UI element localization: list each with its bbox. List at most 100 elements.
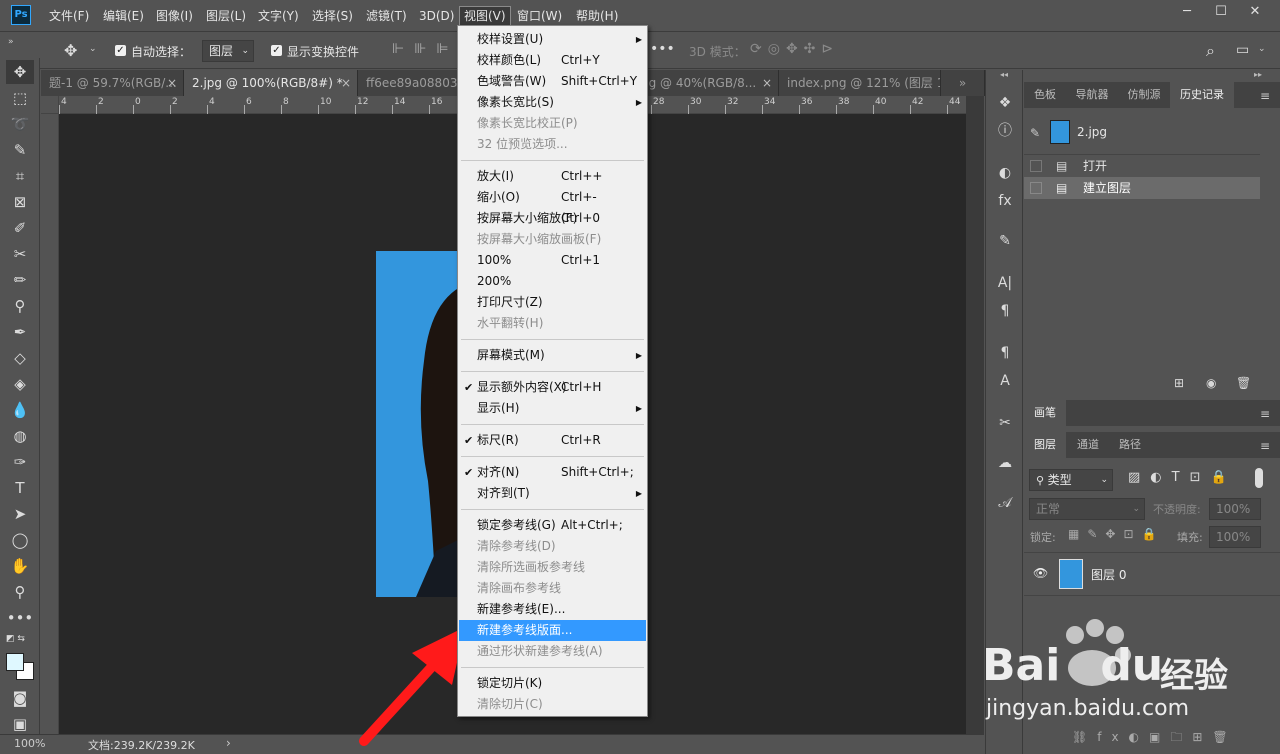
paragraph-styles-icon[interactable]: ¶ xyxy=(994,342,1016,364)
view-menu-item[interactable]: 显示(H) ▶ xyxy=(459,398,646,419)
more-tabs-button[interactable]: » xyxy=(941,70,985,96)
chevron-down-icon[interactable]: ⌄ xyxy=(1258,44,1266,54)
ruler-origin[interactable] xyxy=(41,96,59,114)
zoom-level[interactable]: 100% xyxy=(14,737,45,750)
blend-mode-dropdown[interactable]: 正常 ⌄ xyxy=(1029,498,1145,520)
brush-settings-icon[interactable]: ✎ xyxy=(994,230,1016,252)
view-menu-item[interactable]: 锁定切片(K) xyxy=(459,673,646,694)
filter-toggle[interactable] xyxy=(1255,468,1263,488)
character-icon[interactable]: A| xyxy=(994,272,1016,294)
delete-icon[interactable]: 🗑 xyxy=(1236,376,1251,390)
hand-tool-icon[interactable]: ✋ xyxy=(6,554,34,578)
collapse-arrows-icon[interactable]: ◂◂ xyxy=(1000,70,1008,79)
pen-tool-icon[interactable]: ✑ xyxy=(6,450,34,474)
view-menu-item[interactable]: 通过形状新建参考线(A) xyxy=(459,641,646,662)
styles-fx-icon[interactable]: fx xyxy=(994,190,1016,212)
tab-layers[interactable]: 图层 xyxy=(1024,432,1066,458)
menu-filter[interactable]: 滤镜(T) xyxy=(362,7,411,26)
foreground-color-swatch[interactable] xyxy=(6,653,24,671)
lasso-tool-icon[interactable]: ➰ xyxy=(6,112,34,136)
history-checkbox[interactable] xyxy=(1030,160,1042,172)
panel-menu-icon[interactable]: ≡ xyxy=(1260,89,1270,103)
collapse-arrows-icon[interactable]: ▸▸ xyxy=(1254,70,1262,79)
history-brush-tool-icon[interactable]: ✒ xyxy=(6,320,34,344)
blur-tool-icon[interactable]: 💧 xyxy=(6,398,34,422)
view-menu-item[interactable]: 打印尺寸(Z) xyxy=(459,292,646,313)
tab-navigator[interactable]: 导航器 xyxy=(1066,82,1118,108)
tab-document-3[interactable]: ff6ee89a088031 xyxy=(358,70,458,96)
view-menu-item[interactable]: 像素长宽比校正(P) xyxy=(459,113,646,134)
menu-file[interactable]: 文件(F) xyxy=(45,7,93,26)
lock-icons[interactable]: ▦✎✥⊡🔒 xyxy=(1068,527,1164,541)
screen-mode-icon[interactable]: ▣ xyxy=(6,712,34,736)
view-menu-item[interactable]: 清除切片(C) xyxy=(459,694,646,715)
menu-help[interactable]: 帮助(H) xyxy=(572,7,622,26)
layer-filter-icons[interactable]: ▨◐T⊡🔒 xyxy=(1128,470,1237,485)
ellipse-tool-icon[interactable]: ◯ xyxy=(6,528,34,552)
view-menu-item[interactable]: 对齐到(T) ▶ xyxy=(459,483,646,504)
more-options-icon[interactable]: ••• xyxy=(650,41,675,57)
minimize-button[interactable]: ─ xyxy=(1170,0,1204,24)
view-menu-item[interactable]: ✔ 标尺(R) Ctrl+R xyxy=(459,430,646,451)
path-select-tool-icon[interactable]: ➤ xyxy=(6,502,34,526)
collapse-arrows-icon[interactable]: » xyxy=(8,37,14,47)
tab-document-1[interactable]: 题-1 @ 59.7%(RGB/... × xyxy=(41,70,184,96)
view-menu-item[interactable]: ✔ 对齐(N) Shift+Ctrl+; xyxy=(459,462,646,483)
opacity-input[interactable]: 100% xyxy=(1209,498,1261,520)
view-menu-item[interactable]: 屏幕模式(M) ▶ xyxy=(459,345,646,366)
tab-document-5[interactable]: index.png @ 121% (图层 1, xyxy=(779,70,941,96)
view-menu-item[interactable]: 水平翻转(H) xyxy=(459,313,646,334)
clone-stamp-tool-icon[interactable]: ⚲ xyxy=(6,294,34,318)
crop-tool-icon[interactable]: ⌗ xyxy=(6,164,34,188)
eye-visibility-icon[interactable]: 👁 xyxy=(1033,566,1048,580)
tab-document-4[interactable]: pg @ 40%(RGB/8... × xyxy=(639,70,779,96)
view-menu-item[interactable]: 清除参考线(D) xyxy=(459,536,646,557)
close-window-button[interactable]: ✕ xyxy=(1238,0,1272,24)
view-menu-item[interactable]: 锁定参考线(G) Alt+Ctrl+; xyxy=(459,515,646,536)
tab-history[interactable]: 历史记录 xyxy=(1170,82,1234,108)
edit-toolbar-icon[interactable]: ••• xyxy=(6,606,34,630)
move-tool-icon[interactable]: ✥ xyxy=(64,41,77,60)
view-menu-item[interactable]: 校样颜色(L) Ctrl+Y xyxy=(459,50,646,71)
view-menu-item[interactable]: 32 位预览选项... xyxy=(459,134,646,155)
view-menu-item[interactable]: 新建参考线版面... xyxy=(459,620,646,641)
view-menu-item[interactable]: 放大(I) Ctrl++ xyxy=(459,166,646,187)
view-menu-item[interactable]: 像素长宽比(S) ▶ xyxy=(459,92,646,113)
menu-layer[interactable]: 图层(L) xyxy=(202,7,250,26)
menu-type[interactable]: 文字(Y) xyxy=(254,7,303,26)
view-menu-item[interactable]: 色域警告(W) Shift+Ctrl+Y xyxy=(459,71,646,92)
history-checkbox[interactable] xyxy=(1030,182,1042,194)
status-menu-arrow-icon[interactable]: › xyxy=(226,736,231,750)
marquee-tool-icon[interactable]: ⬚ xyxy=(6,86,34,110)
align-buttons-icon[interactable]: ⊩⊪⊫ xyxy=(392,41,459,57)
menu-window[interactable]: 窗口(W) xyxy=(513,7,566,26)
show-transform-checkbox[interactable]: ✓ xyxy=(271,45,282,56)
tab-clone-source[interactable]: 仿制源 xyxy=(1118,82,1170,108)
auto-select-checkbox[interactable]: ✓ xyxy=(115,45,126,56)
close-icon[interactable]: × xyxy=(341,70,351,96)
glyphs-icon[interactable]: 𝒜 xyxy=(994,492,1016,514)
3d-tools-icon[interactable]: ⟳◎✥✣⊳ xyxy=(750,41,839,57)
auto-select-dropdown[interactable]: 图层 ⌄ xyxy=(202,40,254,62)
brush-tool-icon[interactable]: ✏ xyxy=(6,268,34,292)
workspace-icon[interactable]: ▭ xyxy=(1236,42,1249,58)
adjustments-icon[interactable]: ◐ xyxy=(994,162,1016,184)
view-menu-item[interactable]: 清除画布参考线 xyxy=(459,578,646,599)
vertical-ruler[interactable] xyxy=(41,114,59,734)
menu-select[interactable]: 选择(S) xyxy=(308,7,357,26)
sponge-tool-icon[interactable]: ◍ xyxy=(6,424,34,448)
libraries-icon[interactable]: ☁ xyxy=(994,452,1016,474)
tab-channels[interactable]: 通道 xyxy=(1066,432,1110,458)
info-icon[interactable]: ⓘ xyxy=(994,120,1016,142)
view-menu-item[interactable]: 校样设置(U) ▶ xyxy=(459,29,646,50)
view-menu-item[interactable]: 缩小(O) Ctrl+- xyxy=(459,187,646,208)
tab-brushes[interactable]: 画笔 xyxy=(1024,400,1066,426)
type-tool-icon[interactable]: T xyxy=(6,476,34,500)
tab-document-2jpg[interactable]: 2.jpg @ 100%(RGB/8#) * × xyxy=(184,70,358,96)
view-menu-item[interactable]: 清除所选画板参考线 xyxy=(459,557,646,578)
close-icon[interactable]: × xyxy=(762,70,772,96)
menu-edit[interactable]: 编辑(E) xyxy=(99,7,148,26)
paint-bucket-tool-icon[interactable]: ◈ xyxy=(6,372,34,396)
healing-brush-tool-icon[interactable]: ✂ xyxy=(6,242,34,266)
eraser-tool-icon[interactable]: ◇ xyxy=(6,346,34,370)
